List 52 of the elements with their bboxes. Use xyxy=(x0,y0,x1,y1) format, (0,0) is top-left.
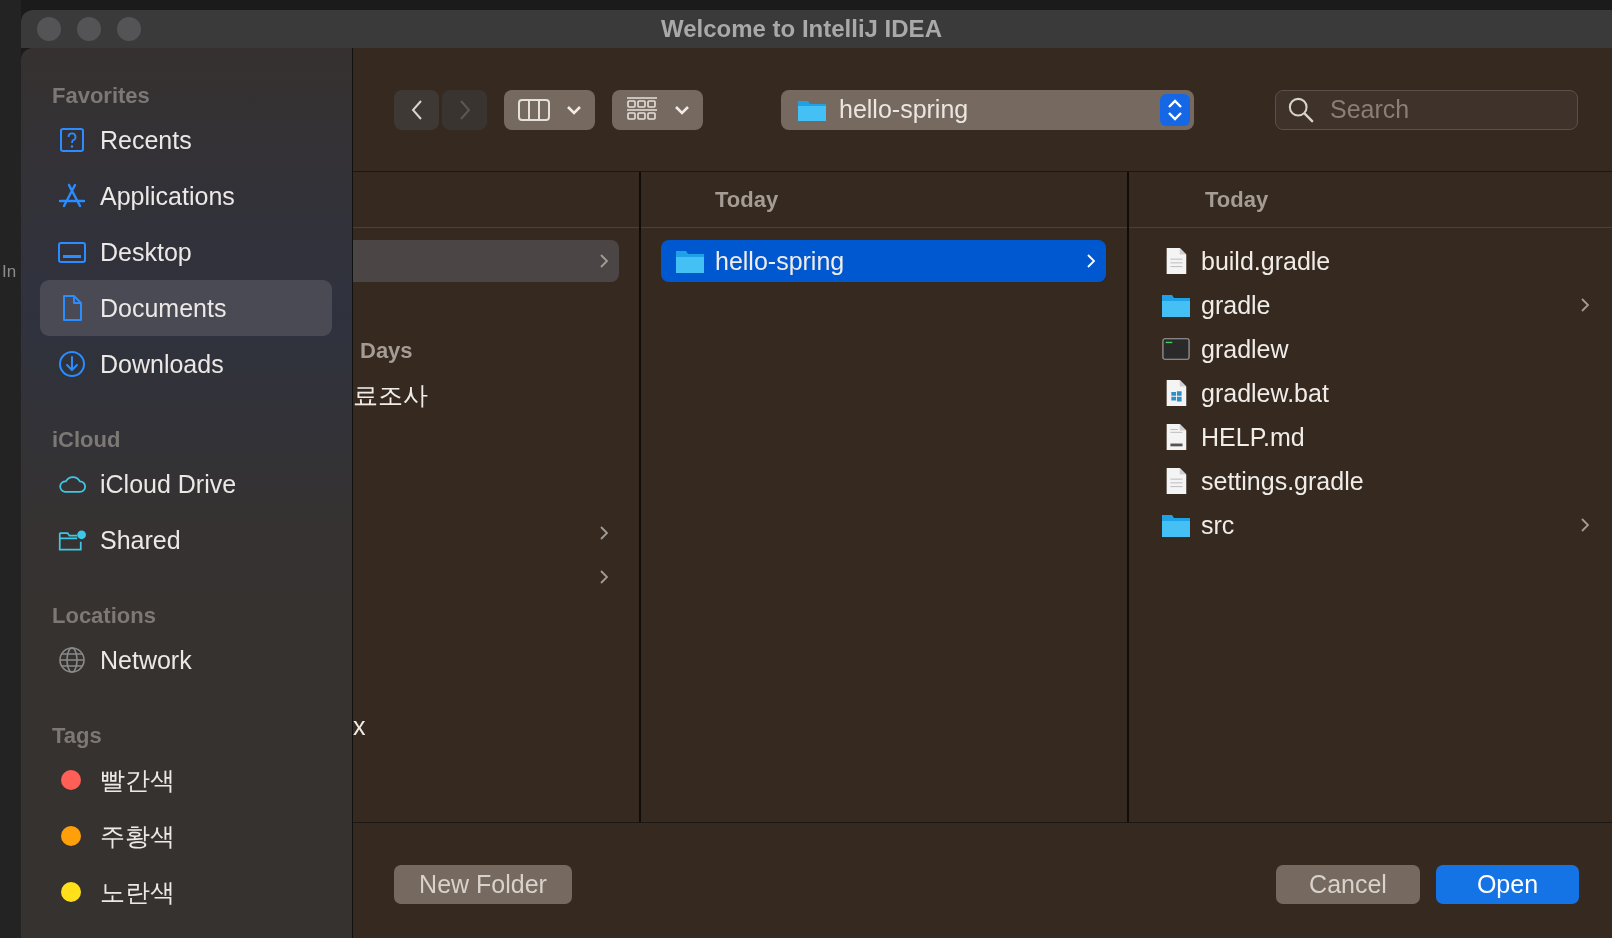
column-heading: Today xyxy=(1204,186,1269,213)
stepper-icon xyxy=(1160,93,1190,126)
folder-row[interactable]: src xyxy=(1161,504,1600,546)
sidebar-heading: iCloud xyxy=(51,426,122,454)
sidebar-item[interactable]: Shared xyxy=(40,512,332,568)
icon-view-button[interactable] xyxy=(612,89,703,130)
caret-icon xyxy=(565,103,582,116)
sidebar-heading: Tags xyxy=(51,722,103,750)
group-heading: Days xyxy=(359,337,414,365)
sidebar-item[interactable]: Documents xyxy=(40,280,332,336)
column-view-button[interactable] xyxy=(504,89,595,130)
grid-icon xyxy=(625,96,658,123)
window-title: Welcome to IntelliJ IDEA xyxy=(661,15,942,43)
list-row[interactable]: x xyxy=(353,705,619,747)
list-row[interactable]: 료조사 xyxy=(353,374,619,416)
cancel-button[interactable]: Cancel xyxy=(1276,865,1420,904)
new-folder-button[interactable]: New Folder xyxy=(394,865,572,904)
sidebar-item[interactable]: Recents xyxy=(40,112,332,168)
caret-icon xyxy=(673,103,690,116)
terminal-icon xyxy=(1161,335,1191,363)
sidebar-item[interactable]: 빨간색 xyxy=(40,752,332,808)
sidebar-item[interactable]: Downloads xyxy=(40,336,332,392)
back-button[interactable] xyxy=(394,89,439,130)
columns-icon xyxy=(517,96,550,123)
search-icon xyxy=(1288,96,1314,123)
file-row[interactable]: build.gradle xyxy=(1161,240,1600,282)
sidebar-item[interactable]: Network xyxy=(40,632,332,688)
folder-row[interactable]: gradle xyxy=(1161,284,1600,326)
sidebar-heading: Favorites xyxy=(51,82,151,110)
question-square-icon xyxy=(58,126,86,154)
sidebar-item[interactable]: 노란색 xyxy=(40,864,332,920)
sidebar-heading: Locations xyxy=(51,602,157,630)
download-icon xyxy=(58,350,86,378)
file-row[interactable]: gradlew.bat xyxy=(1161,372,1600,414)
close-button[interactable] xyxy=(37,17,61,41)
file-row[interactable]: settings.gradle xyxy=(1161,460,1600,502)
path-popup[interactable]: hello-spring xyxy=(781,89,1194,130)
file-row[interactable]: gradlew xyxy=(1161,328,1600,370)
background-label: In xyxy=(1,262,18,282)
minimize-button[interactable] xyxy=(77,17,101,41)
search-field[interactable]: Search xyxy=(1275,89,1578,130)
file-row[interactable]: HELP.md xyxy=(1161,416,1600,458)
zoom-button[interactable] xyxy=(117,17,141,41)
sidebar-item[interactable]: iCloud Drive xyxy=(40,456,332,512)
globe-icon xyxy=(58,646,86,674)
open-button[interactable]: Open xyxy=(1436,865,1579,904)
column-heading: Today xyxy=(714,186,779,213)
folder-row[interactable]: hello-spring xyxy=(661,240,1106,282)
sidebar-item[interactable]: 주황색 xyxy=(40,808,332,864)
app-store-icon xyxy=(58,182,86,210)
sidebar-item[interactable]: Desktop xyxy=(40,224,332,280)
sidebar-item[interactable]: Applications xyxy=(40,168,332,224)
